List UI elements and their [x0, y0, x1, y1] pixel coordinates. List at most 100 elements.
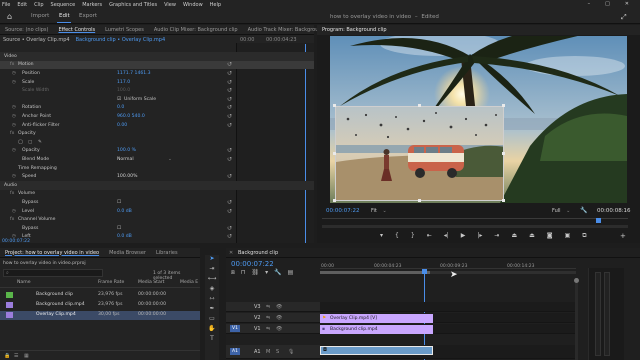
stopwatch-icon[interactable]: ◷	[12, 209, 16, 214]
hand-tool-icon[interactable]: ✋	[205, 325, 219, 335]
ec-row-motion[interactable]: fx Motion ↺	[0, 60, 314, 70]
transform-handle[interactable]	[333, 152, 336, 155]
tab-source[interactable]: Source: (no clips)	[5, 27, 48, 33]
ec-row-bypass[interactable]: Bypass ☐ ↺	[0, 198, 314, 207]
timeline-settings-icon[interactable]: 🔧	[274, 269, 281, 277]
timeline-sequence-tab[interactable]: Background clip	[238, 250, 278, 256]
rectangle-mask-icon[interactable]: ▢	[28, 140, 32, 145]
menu-graphics[interactable]: Graphics and Titles	[109, 2, 157, 8]
ellipse-mask-icon[interactable]: ◯	[18, 140, 23, 145]
track-select-tool-icon[interactable]: ⇥	[205, 265, 219, 275]
reset-icon[interactable]: ↺	[227, 122, 232, 129]
program-current-timecode[interactable]: 00:00:07:22	[326, 208, 360, 214]
mark-out-icon[interactable]: }	[411, 232, 415, 240]
lift-icon[interactable]: ⏏	[511, 232, 517, 240]
reset-icon[interactable]: ↺	[227, 61, 232, 68]
uniform-scale-checkbox[interactable]: ☑	[117, 97, 121, 102]
ec-row-scale[interactable]: ◷ Scale 117.0 ↺	[0, 78, 314, 87]
reset-icon[interactable]: ↺	[227, 225, 232, 232]
scroll-handle[interactable]	[574, 278, 579, 283]
tab-project[interactable]: Project: how to overlay video in video	[5, 250, 99, 256]
proxy-toggle-icon[interactable]: ⧉	[582, 232, 586, 240]
nest-icon[interactable]: ⧈	[231, 269, 235, 277]
ec-row-channel-volume[interactable]: fx Channel Volume	[0, 215, 314, 224]
rectangle-tool-icon[interactable]: ▭	[205, 315, 219, 325]
reset-icon[interactable]: ↺	[227, 147, 232, 154]
tab-audio-clip-mixer[interactable]: Audio Clip Mixer: Background clip	[154, 27, 238, 33]
eye-icon[interactable]: 👁	[276, 315, 282, 321]
menu-view[interactable]: View	[164, 2, 176, 8]
list-view-icon[interactable]: ☰	[14, 353, 18, 359]
step-forward-icon[interactable]: |▸	[477, 232, 482, 240]
menu-window[interactable]: Window	[183, 2, 203, 8]
zoom-level-select[interactable]: Fit ⌄	[371, 208, 387, 214]
track-header-v3[interactable]: V3 ⇋ 👁	[226, 302, 320, 312]
menu-clip[interactable]: Clip	[34, 2, 43, 8]
menu-help[interactable]: Help	[210, 2, 221, 8]
go-to-in-icon[interactable]: ⇤	[427, 232, 432, 240]
stopwatch-icon[interactable]: ◷	[12, 123, 16, 128]
timeline-current-timecode[interactable]: 00:00:07:22	[231, 260, 274, 268]
eye-icon[interactable]: 👁	[276, 326, 282, 332]
ec-row-level[interactable]: ◷ Level 0.0 dB ↺	[0, 207, 314, 216]
menu-markers[interactable]: Markers	[82, 2, 102, 8]
reset-icon[interactable]: ↺	[227, 96, 232, 103]
opacity-value[interactable]: 100.0 %	[117, 148, 136, 153]
toggle-sync-lock-icon[interactable]: ⇋	[266, 304, 270, 310]
bypass-checkbox[interactable]: ☐	[117, 226, 121, 231]
column-media-start[interactable]: Media Start	[138, 280, 164, 285]
reset-icon[interactable]: ↺	[227, 208, 232, 215]
reset-icon[interactable]: ↺	[227, 199, 232, 206]
column-frame-rate[interactable]: Frame Rate	[98, 280, 124, 285]
timeline-clip-background[interactable]: ▪ Background clip.mp4	[320, 325, 433, 334]
source-patch-a1[interactable]: A1	[230, 348, 240, 355]
project-search-input[interactable]: ⌕	[3, 269, 103, 277]
fx-toggle-icon[interactable]: fx	[10, 191, 14, 196]
ec-row-anchor-point[interactable]: ◷ Anchor Point 960.0 540.0 ↺	[0, 112, 314, 121]
menu-file[interactable]: File	[2, 2, 10, 8]
list-item[interactable]: Background clip.mp4 23,976 fps 00:00:00:…	[0, 301, 200, 310]
rotation-value[interactable]: 0.0	[117, 105, 124, 110]
track-header-v1[interactable]: V1 V1 ⇋ 👁	[226, 324, 320, 334]
ec-row-opacity-header[interactable]: fx Opacity	[0, 129, 314, 138]
ec-row-uniform-scale[interactable]: ☑ Uniform Scale ↺	[0, 95, 314, 104]
level-value[interactable]: 0.0 dB	[117, 209, 132, 214]
reset-icon[interactable]: ↺	[227, 233, 232, 240]
add-button-icon[interactable]: +	[620, 232, 626, 240]
add-marker-icon[interactable]: ▾	[265, 269, 268, 277]
icon-view-icon[interactable]: ▦	[24, 353, 29, 359]
captions-icon[interactable]: ▤	[288, 269, 294, 277]
column-name[interactable]: Name	[17, 280, 31, 285]
fx-toggle-icon[interactable]: fx	[10, 131, 14, 136]
track-header-a1[interactable]: A1 A1 M S 🎙	[226, 345, 320, 359]
track-header-v2[interactable]: V2 ⇋ 👁	[226, 313, 320, 323]
toggle-sync-lock-icon[interactable]: ⇋	[266, 315, 270, 321]
transform-handle[interactable]	[502, 199, 505, 202]
transform-handle[interactable]	[333, 199, 336, 202]
fx-toggle-icon[interactable]: fx	[10, 62, 14, 67]
transform-handle[interactable]	[333, 104, 336, 107]
ec-footer-timecode[interactable]: 00:00:07:22	[2, 239, 30, 244]
fx-toggle-icon[interactable]: fx	[10, 217, 14, 222]
ec-row-left[interactable]: ◷ Left 0.0 dB ↺	[0, 233, 314, 242]
slip-tool-icon[interactable]: ⇿	[205, 295, 219, 305]
track-lane-v3[interactable]	[320, 302, 576, 312]
source-patch-v1[interactable]: V1	[230, 325, 240, 332]
program-scrub-bar[interactable]	[322, 218, 628, 224]
left-value[interactable]: 0.0 dB	[117, 234, 132, 239]
transform-handle[interactable]	[502, 152, 505, 155]
snap-icon[interactable]: ⊓	[241, 269, 246, 277]
close-icon[interactable]: ✕	[229, 250, 233, 256]
go-to-out-icon[interactable]: ⇥	[494, 232, 499, 240]
stopwatch-icon[interactable]: ◷	[12, 148, 16, 153]
timeline-clip-overlay[interactable]: ⚑ Overlay Clip.mp4 [V]	[320, 314, 433, 323]
program-playhead[interactable]	[596, 218, 601, 223]
column-media-end[interactable]: Media E	[180, 280, 198, 285]
minimize-icon[interactable]: –	[588, 1, 591, 7]
reset-icon[interactable]: ↺	[227, 156, 232, 163]
stopwatch-icon[interactable]: ◷	[12, 174, 16, 179]
reset-icon[interactable]: ↺	[227, 79, 232, 86]
ripple-edit-tool-icon[interactable]: ⟷	[205, 275, 219, 285]
list-item-selected[interactable]: Overlay Clip.mp4 30,00 fps 00:00:00:00	[0, 311, 200, 320]
reset-icon[interactable]: ↺	[227, 104, 232, 111]
